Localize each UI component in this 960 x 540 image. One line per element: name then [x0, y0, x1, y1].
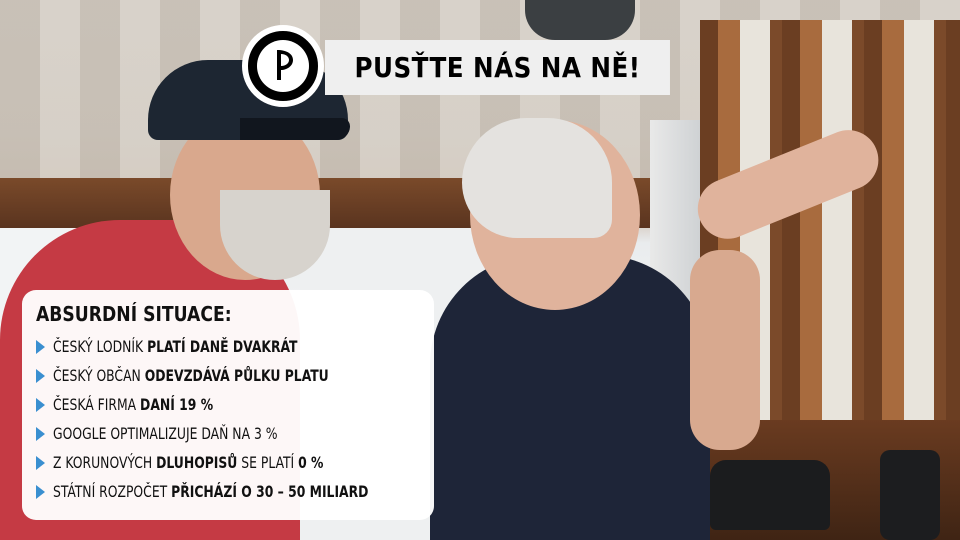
triangle-bullet-icon: [36, 397, 45, 412]
triangle-bullet-icon: [36, 368, 45, 383]
triangle-bullet-icon: [36, 426, 45, 441]
list-item: ČESKÝ LODNÍK PLATÍ DANĚ DVAKRÁT: [36, 332, 420, 361]
list-item-text: Z KORUNOVÝCH DLUHOPISŮ SE PLATÍ 0 %: [53, 453, 323, 472]
triangle-bullet-icon: [36, 455, 45, 470]
emphasis-text: PŘICHÁZÍ O 30 – 50 MILIARD: [171, 482, 369, 501]
telephone-icon: [710, 460, 830, 530]
emphasis-text: PLATÍ DANĚ DVAKRÁT: [147, 337, 298, 356]
emphasis-text: 0 %: [298, 453, 324, 472]
plain-text: ČESKÁ FIRMA: [53, 395, 141, 414]
ceiling-fixture: [525, 0, 635, 40]
list-item: ČESKÁ FIRMA DANÍ 19 %: [36, 390, 420, 419]
plain-text: ČESKÝ LODNÍK: [53, 337, 148, 356]
list-item: Z KORUNOVÝCH DLUHOPISŮ SE PLATÍ 0 %: [36, 448, 420, 477]
lamp-icon: [880, 450, 940, 540]
logo-inner-circle: [257, 40, 309, 92]
list-item-text: ČESKÁ FIRMA DANÍ 19 %: [53, 395, 213, 414]
info-box: ABSURDNÍ SITUACE: ČESKÝ LODNÍK PLATÍ DAN…: [22, 290, 434, 520]
list-item: STÁTNÍ ROZPOČET PŘICHÁZÍ O 30 – 50 MILIA…: [36, 477, 420, 506]
info-box-title: ABSURDNÍ SITUACE:: [36, 302, 232, 326]
plain-text: Z KORUNOVÝCH: [53, 453, 157, 472]
triangle-bullet-icon: [36, 339, 45, 354]
list-item-text: GOOGLE OPTIMALIZUJE DAŇ NA 3 %: [53, 424, 278, 443]
list-item-text: ČESKÝ OBČAN ODEVZDÁVÁ PŮLKU PLATU: [53, 366, 329, 385]
plain-text: STÁTNÍ ROZPOČET: [53, 482, 172, 501]
flag-shape: [277, 50, 293, 80]
plain-text: ČESKÝ OBČAN: [53, 366, 145, 385]
pirate-flag-icon: [242, 25, 324, 107]
list-item-text: ČESKÝ LODNÍK PLATÍ DANĚ DVAKRÁT: [53, 337, 297, 356]
info-list: ČESKÝ LODNÍK PLATÍ DANĚ DVAKRÁT ČESKÝ OBČ…: [36, 332, 420, 506]
list-item: ČESKÝ OBČAN ODEVZDÁVÁ PŮLKU PLATU: [36, 361, 420, 390]
headline-text: PUSŤTE NÁS NA NĚ!: [354, 51, 641, 84]
emphasis-text: DANÍ 19 %: [140, 395, 214, 414]
emphasis-text: DLUHOPISŮ: [156, 453, 238, 472]
list-item-text: STÁTNÍ ROZPOČET PŘICHÁZÍ O 30 – 50 MILIA…: [53, 482, 368, 501]
headline-banner: PUSŤTE NÁS NA NĚ!: [325, 40, 670, 95]
triangle-bullet-icon: [36, 484, 45, 499]
plain-text: SE PLATÍ: [237, 453, 299, 472]
man-right-hair: [462, 118, 612, 238]
captain-cap-brim: [240, 118, 350, 140]
plain-text: GOOGLE OPTIMALIZUJE DAŇ NA 3 %: [53, 424, 278, 443]
emphasis-text: ODEVZDÁVÁ PŮLKU PLATU: [144, 366, 329, 385]
man-right-forearm: [690, 250, 760, 450]
list-item: GOOGLE OPTIMALIZUJE DAŇ NA 3 %: [36, 419, 420, 448]
